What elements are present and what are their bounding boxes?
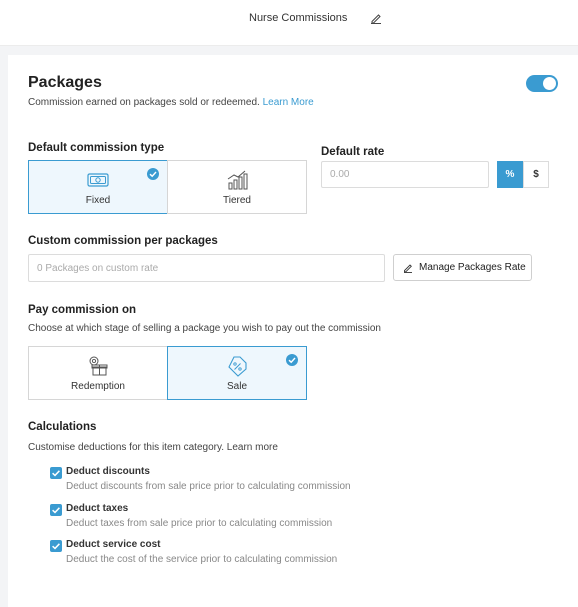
dollar-label: $ bbox=[533, 169, 539, 180]
packages-description-text: Commission earned on packages sold or re… bbox=[28, 97, 260, 108]
commission-type-tiered[interactable]: Tiered bbox=[167, 160, 307, 214]
custom-commission-title: Custom commission per packages bbox=[28, 235, 218, 247]
gift-icon bbox=[89, 356, 108, 375]
checkmark-icon bbox=[286, 354, 298, 366]
pencil-icon[interactable] bbox=[370, 12, 382, 24]
pay-commission-description: Choose at which stage of selling a packa… bbox=[28, 323, 381, 334]
manage-packages-rate-label: Manage Packages Rate bbox=[419, 262, 526, 273]
price-tag-icon bbox=[228, 355, 247, 377]
fixed-label: Fixed bbox=[85, 194, 111, 206]
default-rate-placeholder: 0.00 bbox=[330, 169, 350, 180]
default-commission-type-title: Default commission type bbox=[28, 142, 165, 154]
deduct-taxes-checkbox[interactable] bbox=[50, 504, 62, 516]
percent-button[interactable]: % bbox=[497, 161, 523, 188]
tiered-label: Tiered bbox=[223, 194, 251, 206]
pay-on-sale[interactable]: Sale bbox=[167, 346, 307, 400]
packages-card: Packages Commission earned on packages s… bbox=[8, 55, 578, 607]
learn-more-link[interactable]: Learn More bbox=[263, 97, 314, 108]
deduct-taxes-description: Deduct taxes from sale price prior to ca… bbox=[66, 518, 333, 529]
sale-label: Sale bbox=[226, 380, 247, 392]
deduct-service-cost-label: Deduct service cost bbox=[66, 539, 161, 550]
checkmark-icon bbox=[52, 470, 60, 477]
redemption-label: Redemption bbox=[71, 380, 125, 392]
deduct-taxes-label: Deduct taxes bbox=[66, 503, 129, 514]
top-bar: Nurse Commissions bbox=[0, 0, 578, 46]
deduct-service-cost-description: Deduct the cost of the service prior to … bbox=[66, 554, 338, 565]
checkmark-icon bbox=[52, 543, 60, 550]
checkmark-icon bbox=[52, 507, 60, 514]
manage-packages-rate-button[interactable]: Manage Packages Rate bbox=[393, 254, 532, 281]
deduct-discounts-label: Deduct discounts bbox=[66, 466, 150, 477]
pay-on-redemption[interactable]: Redemption bbox=[28, 346, 168, 400]
checkmark-icon bbox=[147, 168, 159, 180]
commission-type-fixed[interactable]: Fixed bbox=[28, 160, 168, 214]
calculations-description: Customise deductions for this item categ… bbox=[28, 442, 278, 453]
pay-commission-title: Pay commission on bbox=[28, 304, 137, 316]
calculations-title: Calculations bbox=[28, 421, 97, 433]
custom-commission-placeholder: 0 Packages on custom rate bbox=[37, 262, 159, 274]
default-rate-title: Default rate bbox=[321, 146, 385, 158]
deduct-discounts-checkbox[interactable] bbox=[50, 467, 62, 479]
packages-description: Commission earned on packages sold or re… bbox=[28, 97, 314, 108]
deduct-discounts-description: Deduct discounts from sale price prior t… bbox=[66, 481, 351, 492]
packages-title: Packages bbox=[28, 74, 102, 91]
tiered-chart-icon bbox=[227, 170, 248, 189]
custom-commission-input[interactable]: 0 Packages on custom rate bbox=[28, 254, 385, 282]
packages-toggle[interactable] bbox=[526, 75, 558, 92]
toggle-knob bbox=[543, 77, 556, 90]
deduct-service-cost-checkbox[interactable] bbox=[50, 540, 62, 552]
money-icon bbox=[87, 172, 109, 187]
pencil-icon bbox=[404, 263, 412, 273]
page-title: Nurse Commissions bbox=[249, 12, 348, 24]
dollar-button[interactable]: $ bbox=[523, 161, 549, 188]
default-rate-input[interactable]: 0.00 bbox=[321, 161, 489, 188]
percent-label: % bbox=[505, 169, 515, 180]
